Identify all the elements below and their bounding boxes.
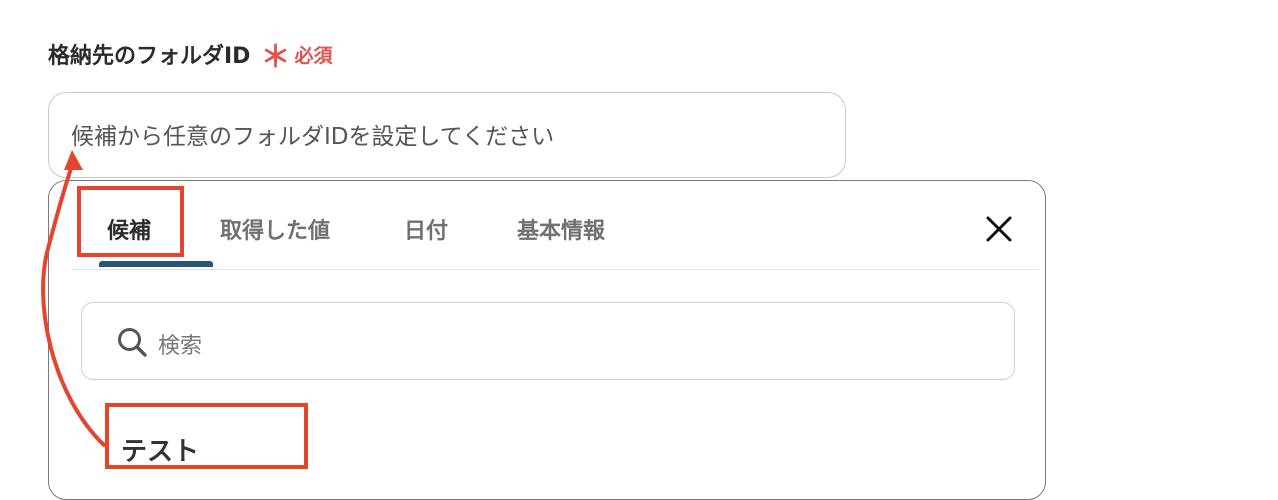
tab-retrieved-values[interactable]: 取得した値 xyxy=(220,213,330,245)
search-input[interactable]: 検索 xyxy=(81,302,1015,380)
required-badge: 必須 xyxy=(294,44,333,67)
tab-basic-info[interactable]: 基本情報 xyxy=(517,213,605,245)
folder-id-input[interactable]: 候補から任意のフォルダIDを設定してください xyxy=(48,92,846,178)
close-icon xyxy=(986,216,1012,242)
tab-date[interactable]: 日付 xyxy=(404,213,448,245)
field-label-text: 格納先のフォルダID xyxy=(48,44,251,69)
list-item[interactable]: テスト xyxy=(121,431,199,468)
close-button[interactable] xyxy=(981,211,1017,247)
field-label: 格納先のフォルダID ＊ 必須 xyxy=(48,38,333,75)
required-star-icon: ＊ xyxy=(260,40,291,75)
tab-candidates[interactable]: 候補 xyxy=(107,213,151,245)
folder-id-input-placeholder: 候補から任意のフォルダIDを設定してください xyxy=(71,124,555,150)
candidate-popup: 候補 取得した値 日付 基本情報 検索 テスト xyxy=(48,180,1046,500)
popup-tabs: 候補 取得した値 日付 基本情報 xyxy=(73,181,1039,270)
search-icon xyxy=(118,328,147,357)
search-placeholder: 検索 xyxy=(158,334,203,359)
active-tab-indicator xyxy=(99,261,213,267)
